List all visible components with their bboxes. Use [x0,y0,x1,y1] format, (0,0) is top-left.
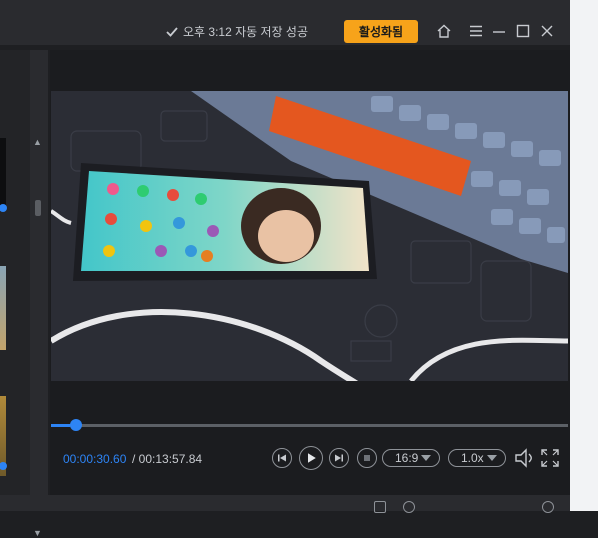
scrollbar-thumb[interactable] [35,200,41,216]
previous-frame-icon [278,454,286,462]
next-frame-icon [335,454,343,462]
thumbnail-marker [0,204,7,212]
autosave-text: 오후 3:12 자동 저장 성공 [183,25,309,39]
menu-icon[interactable] [467,22,485,40]
aspect-ratio-value: 16:9 [395,451,419,465]
video-preview[interactable] [51,91,568,381]
maximize-icon[interactable] [514,22,532,40]
media-list[interactable] [0,50,30,495]
chevron-down-icon [421,455,431,461]
autosave-status: 오후 3:12 자동 저장 성공 [166,23,308,40]
current-time: 00:00:30.60 [63,452,127,466]
close-icon[interactable] [538,22,556,40]
scroll-up-icon[interactable]: ▲ [33,137,42,147]
scroll-down-icon[interactable]: ▼ [33,528,42,538]
bottom-toolbar [0,495,570,513]
play-button[interactable] [299,446,323,470]
timeline-progress [51,424,71,427]
chevron-down-icon [487,455,497,461]
check-icon [166,26,178,37]
media-thumbnail[interactable] [0,266,6,350]
media-thumbnail[interactable] [0,138,6,208]
stop-icon [364,455,370,461]
timeline-track[interactable] [51,419,568,431]
home-icon[interactable] [435,22,453,40]
timeline-handle[interactable] [70,419,83,431]
total-duration: / 00:13:57.84 [132,452,203,466]
stop-button[interactable] [357,448,377,468]
video-player: 00:00:30.60 / 00:13:57.84 16:9 1.0x [50,50,570,495]
volume-icon[interactable] [513,447,535,469]
toolbar-icon[interactable] [374,501,386,513]
activate-label: 활성화됨 [358,25,404,39]
activate-button[interactable]: 활성화됨 [344,20,418,43]
playback-speed-value: 1.0x [461,451,484,465]
video-frame [51,91,568,381]
aspect-ratio-select[interactable]: 16:9 [382,449,440,467]
playback-speed-select[interactable]: 1.0x [448,449,506,467]
play-icon [308,453,316,463]
media-panel: ▲ ▼ [0,50,48,538]
next-frame-button[interactable] [329,448,349,468]
zoom-out-icon[interactable] [403,501,415,513]
minimize-icon[interactable] [490,22,508,40]
zoom-in-icon[interactable] [542,501,554,513]
background-window [570,0,598,511]
fullscreen-icon[interactable] [539,447,561,469]
previous-frame-button[interactable] [272,448,292,468]
title-bar: 오후 3:12 자동 저장 성공 활성화됨 [0,0,570,45]
